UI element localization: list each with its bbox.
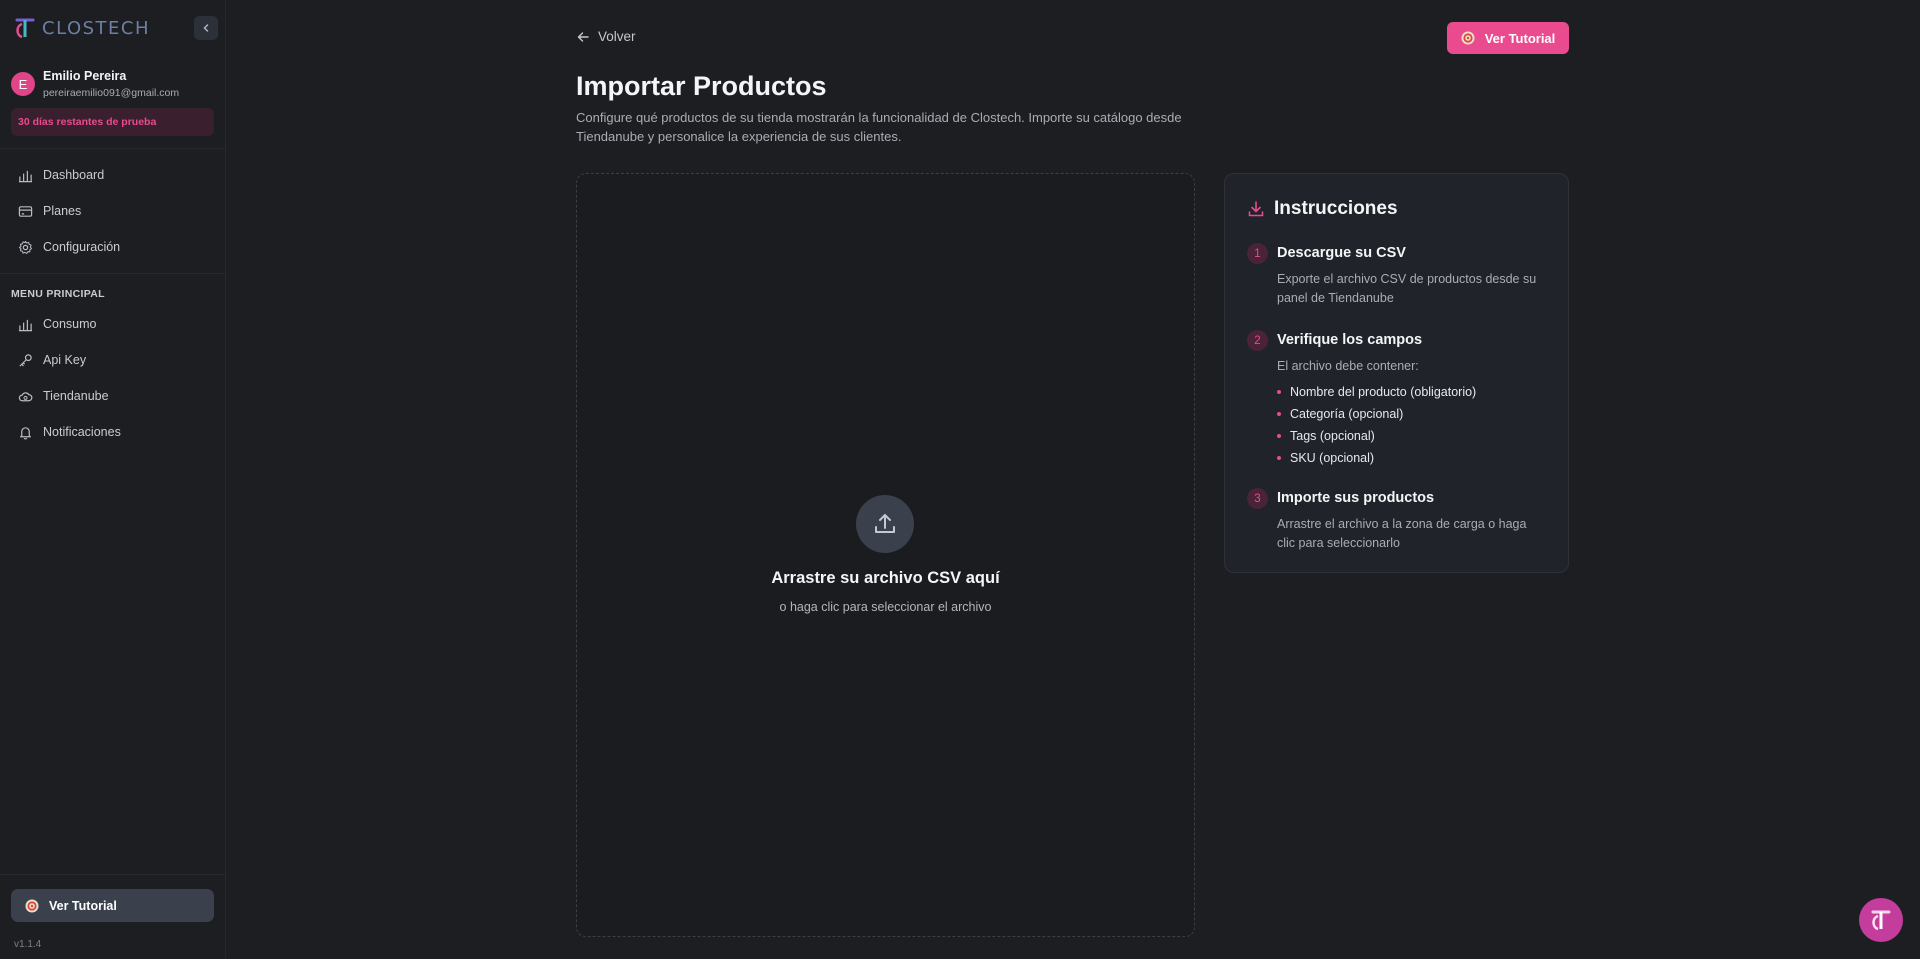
sidebar-item-consumo[interactable]: Consumo <box>18 313 97 335</box>
sidebar-item-label: Dashboard <box>43 168 105 182</box>
instructions-title: Instrucciones <box>1274 198 1398 219</box>
instructions-header: Instrucciones <box>1247 198 1398 220</box>
tutorial-button-label: Ver Tutorial <box>1484 30 1556 46</box>
divider <box>0 874 226 875</box>
trial-badge: 30 días restantes de prueba <box>11 108 214 136</box>
sidebar-item-planes[interactable]: Planes <box>18 200 81 222</box>
instructions-card: Instrucciones 1 Descargue su CSV Exporte… <box>1224 173 1569 573</box>
sidebar-item-dashboard[interactable]: Dashboard <box>18 164 104 186</box>
sidebar-item-api-key[interactable]: Api Key <box>18 349 86 371</box>
section-title: MENU PRINCIPAL <box>11 288 105 300</box>
step-title: Descargue su CSV <box>1277 245 1406 261</box>
download-icon <box>1248 201 1264 217</box>
list-item: Tags (opcional) <box>1277 425 1476 447</box>
list-item: Nombre del producto (obligatorio) <box>1277 381 1476 403</box>
collapse-sidebar-button[interactable] <box>194 16 218 40</box>
divider <box>0 273 226 274</box>
user-email: pereiraemilio091@gmail.com <box>43 87 180 99</box>
step-text: Exporte el archivo CSV de productos desd… <box>1277 272 1537 305</box>
required-fields-list: Nombre del producto (obligatorio) Catego… <box>1277 381 1476 469</box>
bar-chart-icon <box>18 170 33 182</box>
upload-icon-container <box>856 495 914 553</box>
avatar: E <box>11 72 35 96</box>
gear-icon <box>18 240 33 254</box>
sidebar-item-label: Api Key <box>43 353 87 367</box>
bell-icon <box>20 426 31 440</box>
sidebar-item-notificaciones[interactable]: Notificaciones <box>18 421 121 443</box>
target-icon <box>25 899 39 912</box>
brand-name: CLOSTECH <box>42 17 151 39</box>
brand[interactable]: CLOSTECH <box>14 14 150 42</box>
list-item: SKU (opcional) <box>1277 447 1476 469</box>
page-description: Configure qué productos de su tienda mos… <box>576 110 1182 144</box>
back-label: Volver <box>598 29 636 44</box>
dropzone-subtitle: o haga clic para seleccionar el archivo <box>779 600 992 614</box>
cloud-icon <box>18 391 33 401</box>
sidebar-item-label: Configuración <box>43 240 121 254</box>
sidebar-item-label: Notificaciones <box>43 425 121 439</box>
step-number: 2 <box>1247 330 1268 351</box>
list-item: Categoría (opcional) <box>1277 403 1476 425</box>
dropzone-title: Arrastre su archivo CSV aquí <box>771 569 1000 587</box>
target-icon <box>1461 31 1475 45</box>
clostech-logo-icon <box>15 18 35 39</box>
credit-card-icon <box>18 205 33 217</box>
step-number: 1 <box>1247 243 1268 264</box>
user-name: Emilio Pereira <box>43 69 127 83</box>
csv-dropzone[interactable]: Arrastre su archivo CSV aquí o haga clic… <box>576 173 1195 937</box>
step-text: Arrastre el archivo a la zona de carga o… <box>1277 517 1527 550</box>
sidebar-item-label: Consumo <box>43 317 97 331</box>
upload-icon <box>875 514 895 533</box>
tutorial-button[interactable]: Ver Tutorial <box>1447 22 1569 54</box>
sidebar-item-tiendanube[interactable]: Tiendanube <box>18 385 109 407</box>
sidebar-item-configuracion[interactable]: Configuración <box>18 236 120 258</box>
sidebar: CLOSTECH E Emilio Pereira pereiraemilio0… <box>0 0 226 959</box>
user-profile: E Emilio Pereira pereiraemilio091@gmail.… <box>11 69 179 99</box>
sidebar-tutorial-button[interactable]: Ver Tutorial <box>11 889 214 922</box>
back-link[interactable]: Volver <box>576 29 636 44</box>
divider <box>0 148 226 149</box>
sidebar-item-label: Tiendanube <box>43 389 109 403</box>
step-number: 3 <box>1247 488 1268 509</box>
arrow-left-icon <box>577 31 589 42</box>
chat-assistant-button[interactable] <box>1859 898 1903 942</box>
sidebar-item-label: Planes <box>43 204 82 218</box>
page-title: Importar Productos <box>576 71 827 101</box>
bar-chart-icon <box>18 319 33 331</box>
key-icon <box>19 353 32 367</box>
step-title: Importe sus productos <box>1277 490 1435 506</box>
app-version: v1.1.4 <box>14 939 42 950</box>
sidebar-tutorial-label: Ver Tutorial <box>49 898 117 913</box>
step-text: El archivo debe contener: <box>1277 359 1419 373</box>
chevron-left-icon <box>203 24 209 32</box>
step-title: Verifique los campos <box>1277 332 1423 348</box>
clostech-logo-icon <box>1871 910 1891 931</box>
